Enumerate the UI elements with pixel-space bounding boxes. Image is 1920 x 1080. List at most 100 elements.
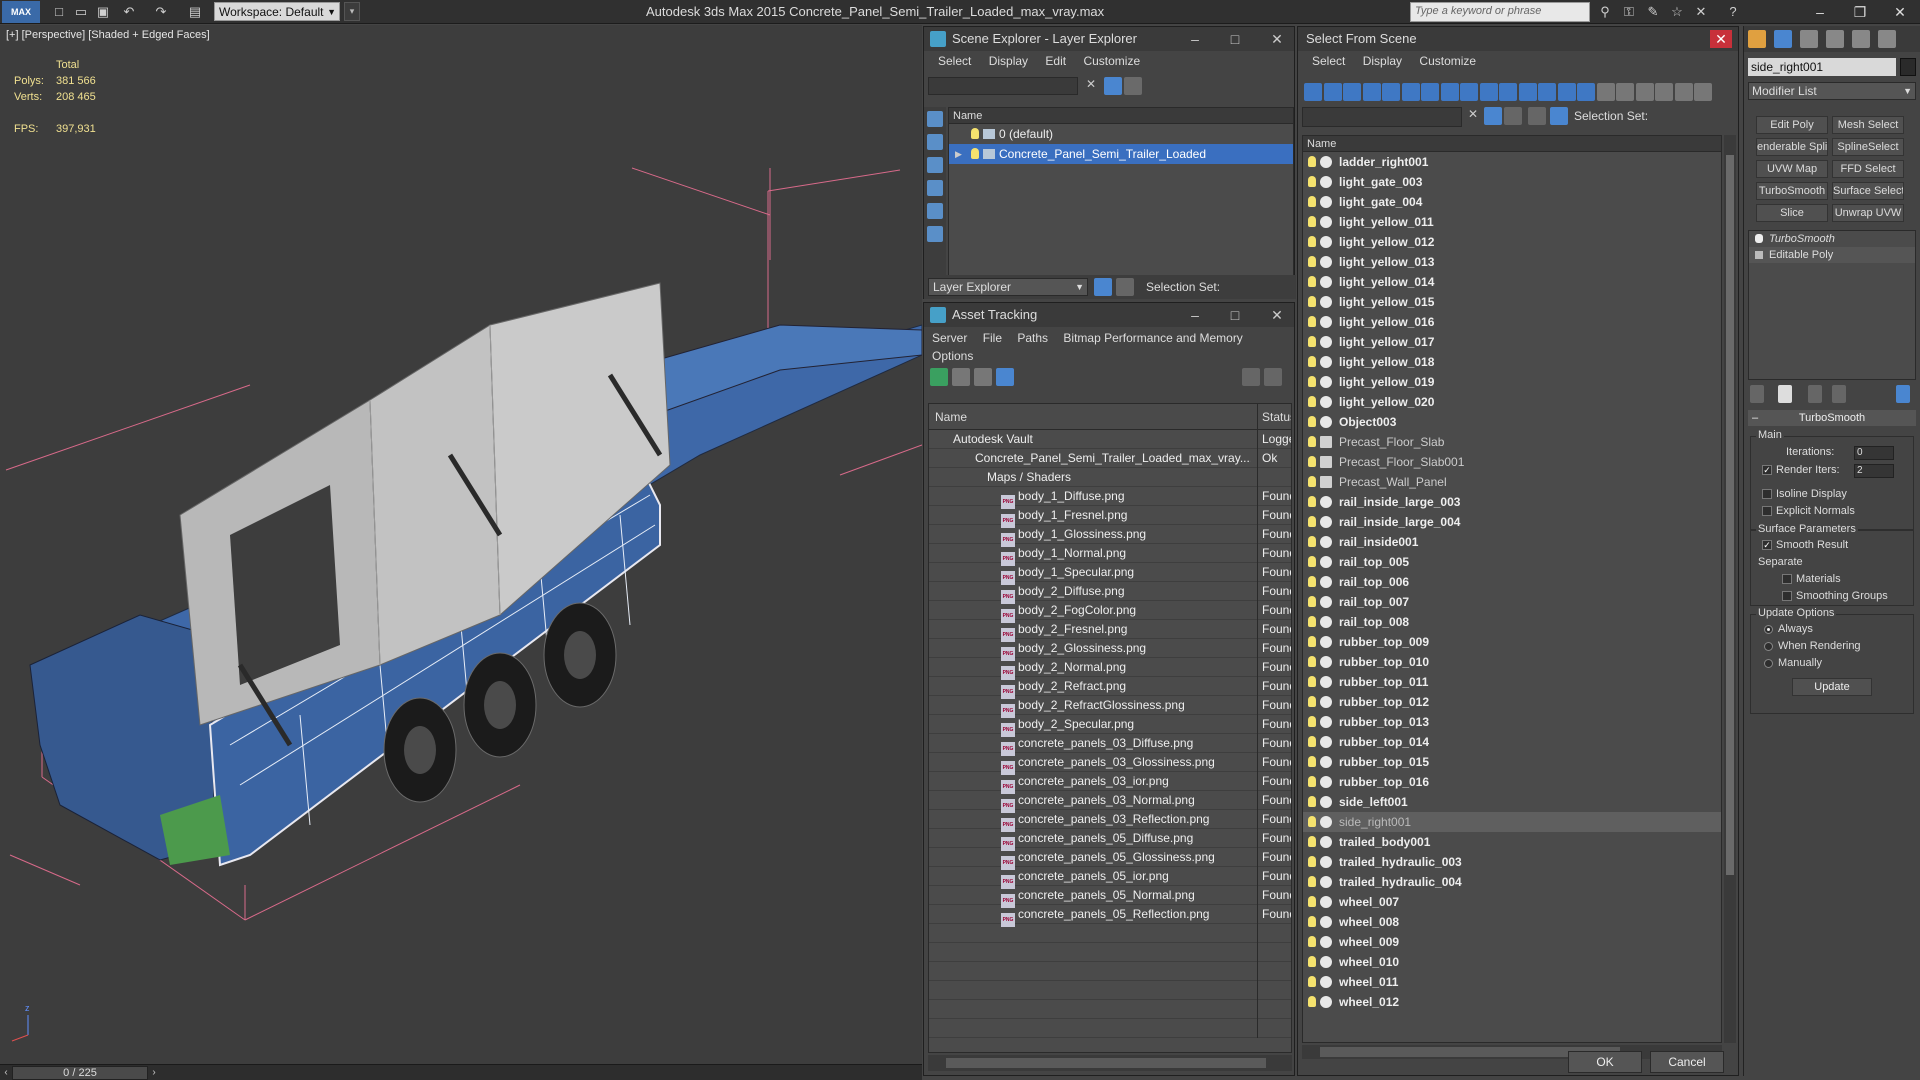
object-row[interactable]: rubber_top_015 xyxy=(1303,752,1721,772)
object-row[interactable]: wheel_009 xyxy=(1303,932,1721,952)
menu-select[interactable]: Select xyxy=(938,54,971,68)
utilities-tab-icon[interactable] xyxy=(1878,30,1896,48)
lightbulb-icon[interactable] xyxy=(1308,296,1316,307)
asset-file-row[interactable]: PNGconcrete_panels_03_ior.pngFound xyxy=(929,772,1291,794)
viewport-label[interactable]: [+] [Perspective] [Shaded + Edged Faces] xyxy=(6,29,210,41)
asset-file-row[interactable]: PNG concrete_panels_05_Reflection.png Foun… xyxy=(929,905,1291,927)
clear-icon[interactable]: ✕ xyxy=(1464,107,1482,125)
smooth-result-checkbox[interactable]: ✓ xyxy=(1762,540,1772,550)
layer-row-selected[interactable]: ▶ Concrete_Panel_Semi_Trailer_Loaded xyxy=(949,144,1293,164)
modify-tab-icon[interactable] xyxy=(1774,30,1792,48)
lightbulb-icon[interactable] xyxy=(1308,556,1316,567)
menu-server[interactable]: Server xyxy=(932,331,967,345)
isoline-checkbox[interactable] xyxy=(1762,489,1772,499)
helpers-filter-icon[interactable] xyxy=(927,203,943,219)
lightbulb-icon[interactable] xyxy=(1308,656,1316,667)
lightbulb-icon[interactable] xyxy=(1308,476,1316,487)
minimize-icon[interactable]: – xyxy=(1180,27,1210,51)
display-geometry-icon[interactable] xyxy=(1304,83,1322,101)
iterations-spinner[interactable]: 0 xyxy=(1854,446,1894,460)
lightbulb-icon[interactable] xyxy=(1308,536,1316,547)
modifier-button[interactable]: enderable Splir xyxy=(1756,138,1828,156)
asset-file-row[interactable]: PNGconcrete_panels_05_ior.pngFound xyxy=(929,867,1291,889)
show-end-result-icon[interactable] xyxy=(1778,385,1792,403)
object-row[interactable]: light_yellow_011 xyxy=(1303,212,1721,232)
workspace-dropdown[interactable]: Workspace: Default ▼ xyxy=(214,2,340,21)
display-hidden-icon[interactable] xyxy=(1518,83,1537,101)
asset-file-row[interactable]: PNGbody_2_FogColor.pngFound xyxy=(929,601,1291,623)
asset-tracking-titlebar[interactable]: Asset Tracking – □ ✕ xyxy=(924,303,1294,327)
help-icon[interactable]: ? xyxy=(1724,3,1742,21)
display-invert-icon[interactable] xyxy=(1577,83,1595,101)
display-all-icon[interactable] xyxy=(1538,83,1556,101)
layers-icon[interactable] xyxy=(1094,278,1112,296)
object-row[interactable]: wheel_012 xyxy=(1303,992,1721,1012)
modifier-button[interactable]: FFD Select xyxy=(1832,160,1904,178)
lightbulb-icon[interactable] xyxy=(1308,276,1316,287)
object-row[interactable]: rubber_top_009 xyxy=(1303,632,1721,652)
menu-edit[interactable]: Edit xyxy=(1045,54,1066,68)
modifier-button[interactable]: Edit Poly xyxy=(1756,116,1828,134)
workspace-menu-button[interactable]: ▾ xyxy=(344,2,360,21)
menu-bitmap-performance[interactable]: Bitmap Performance and Memory xyxy=(1063,331,1242,345)
object-row[interactable]: light_yellow_020 xyxy=(1303,392,1721,412)
wrench-icon[interactable]: ✎ xyxy=(1644,3,1662,21)
lightbulb-icon[interactable] xyxy=(1308,396,1316,407)
lightbulb-icon[interactable] xyxy=(1308,456,1316,467)
object-row[interactable]: light_yellow_016 xyxy=(1303,312,1721,332)
object-row[interactable]: rubber_top_010 xyxy=(1303,652,1721,672)
lightbulb-icon[interactable] xyxy=(1308,796,1316,807)
configure-sets-icon[interactable] xyxy=(1896,385,1910,403)
object-row[interactable]: light_gate_004 xyxy=(1303,192,1721,212)
object-row[interactable]: trailed_body001 xyxy=(1303,832,1721,852)
lightbulb-icon[interactable] xyxy=(1308,636,1316,647)
object-row[interactable]: Object003 xyxy=(1303,412,1721,432)
asset-file-row[interactable]: PNGconcrete_panels_03_Normal.pngFound xyxy=(929,791,1291,813)
modifier-button[interactable]: Slice xyxy=(1756,204,1828,222)
save-icon[interactable]: ▣ xyxy=(94,3,112,21)
tree-view-icon[interactable] xyxy=(974,368,992,386)
asset-row-file[interactable]: Concrete_Panel_Semi_Trailer_Loaded_max_v… xyxy=(929,449,1291,468)
shapes-filter-icon[interactable] xyxy=(927,134,943,150)
modifier-button[interactable]: UVW Map xyxy=(1756,160,1828,178)
undo-icon[interactable]: ↶ xyxy=(120,3,138,21)
lightbulb-icon[interactable] xyxy=(1308,876,1316,887)
object-row[interactable]: rubber_top_012 xyxy=(1303,692,1721,712)
time-slider[interactable]: 0 / 225 xyxy=(12,1066,148,1080)
modifier-button[interactable]: SplineSelect xyxy=(1832,138,1904,156)
lightbulb-icon[interactable] xyxy=(1308,256,1316,267)
object-row[interactable]: light_yellow_014 xyxy=(1303,272,1721,292)
object-row[interactable]: light_yellow_017 xyxy=(1303,332,1721,352)
geometry-filter-icon[interactable] xyxy=(927,111,943,127)
display-none-icon[interactable] xyxy=(1557,83,1576,101)
object-row[interactable]: light_yellow_019 xyxy=(1303,372,1721,392)
lightbulb-icon[interactable] xyxy=(1308,356,1316,367)
update-button[interactable]: Update xyxy=(1792,678,1872,696)
scroll-thumb[interactable] xyxy=(1726,155,1734,875)
asset-file-row[interactable]: PNGbody_2_Fresnel.pngFound xyxy=(929,620,1291,642)
object-row[interactable]: wheel_010 xyxy=(1303,952,1721,972)
lightbulb-icon[interactable] xyxy=(1308,976,1316,987)
maximize-icon[interactable]: □ xyxy=(1220,303,1250,327)
object-row[interactable]: rail_inside_large_004 xyxy=(1303,512,1721,532)
menu-file[interactable]: File xyxy=(983,331,1002,345)
object-row[interactable]: rubber_top_014 xyxy=(1303,732,1721,752)
asset-file-row[interactable]: PNGbody_1_Diffuse.pngFound xyxy=(929,487,1291,509)
modifier-list-dropdown[interactable]: Modifier List ▼ xyxy=(1748,82,1916,100)
smoothing-groups-checkbox[interactable] xyxy=(1782,591,1792,601)
display-shapes-icon[interactable] xyxy=(1323,83,1342,101)
lights-filter-icon[interactable] xyxy=(927,157,943,173)
lightbulb-icon[interactable] xyxy=(1308,676,1316,687)
object-row[interactable]: rail_inside_large_003 xyxy=(1303,492,1721,512)
asset-file-row[interactable]: PNGconcrete_panels_05_Diffuse.pngFound xyxy=(929,829,1291,851)
lightbulb-icon[interactable] xyxy=(1755,234,1763,243)
maximize-icon[interactable]: □ xyxy=(1220,27,1250,51)
lightbulb-icon[interactable] xyxy=(1308,996,1316,1007)
lightbulb-icon[interactable] xyxy=(1308,156,1316,167)
display-groups-icon[interactable] xyxy=(1421,83,1439,101)
asset-file-row[interactable]: PNGbody_2_RefractGlossiness.pngFound xyxy=(929,696,1291,718)
asset-file-row[interactable]: PNGbody_1_Normal.pngFound xyxy=(929,544,1291,566)
close-icon[interactable]: ✕ xyxy=(1710,30,1732,48)
display-cameras-icon[interactable] xyxy=(1362,83,1381,101)
maximize-icon[interactable]: ❐ xyxy=(1840,0,1880,24)
